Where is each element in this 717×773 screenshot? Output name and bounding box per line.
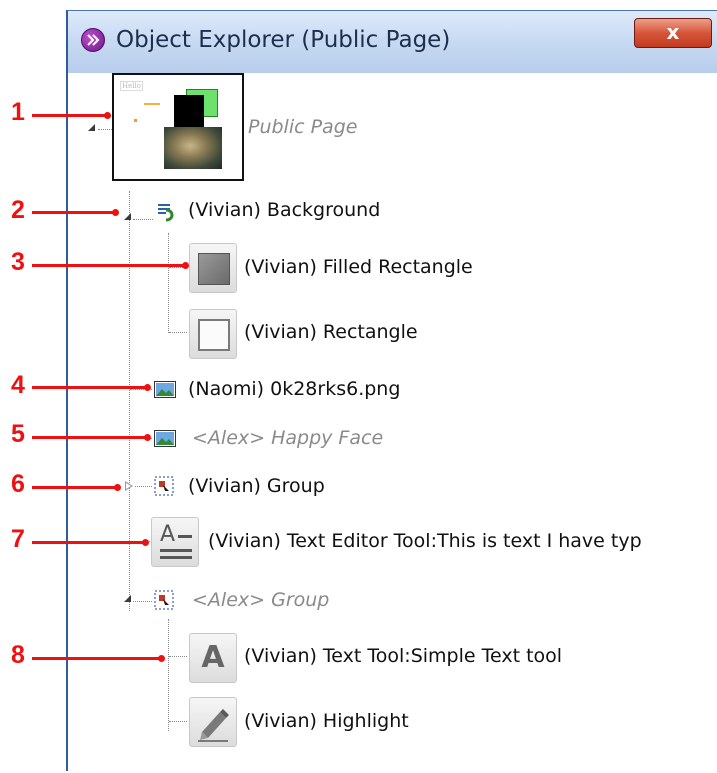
tree-guide-line: [129, 191, 130, 611]
callout-line-6: [32, 486, 116, 489]
text-tool-glyph: A: [201, 640, 225, 675]
tree-item-group[interactable]: (Vivian) Group: [188, 475, 325, 497]
callout-line-2: [32, 211, 114, 214]
rectangle-icon: [189, 309, 237, 359]
callout-dot-4: [144, 384, 151, 391]
tree-connector: [135, 486, 152, 487]
tree-connector: [169, 332, 187, 333]
text-tool-icon: A: [189, 633, 237, 683]
thumbnail-black-block: [174, 95, 204, 129]
tree-item-highlight[interactable]: (Vivian) Highlight: [244, 710, 409, 732]
callout-line-4: [32, 386, 146, 389]
callout-dot-2: [112, 209, 119, 216]
thumbnail-photo: [164, 127, 222, 169]
group-icon: [154, 590, 174, 610]
thumbnail-dot: [134, 119, 137, 122]
callout-5: 5: [11, 420, 25, 448]
callout-dot-7: [142, 539, 149, 546]
tree-item-text-tool[interactable]: (Vivian) Text Tool:Simple Text tool: [244, 645, 562, 667]
callout-dot-6: [114, 484, 121, 491]
page-thumbnail: Hello: [112, 73, 244, 181]
tree-item-alex-group[interactable]: <Alex> Group: [192, 589, 329, 611]
window-title: Object Explorer (Public Page): [116, 27, 451, 53]
callout-8: 8: [11, 641, 25, 669]
callout-dot-5: [144, 434, 151, 441]
tree-item-png[interactable]: (Naomi) 0k28rks6.png: [188, 378, 400, 400]
tree-item-public-page[interactable]: Public Page: [248, 116, 357, 138]
tree-connector: [169, 721, 187, 722]
callout-7: 7: [11, 525, 25, 553]
close-button[interactable]: x: [634, 18, 712, 48]
tree-item-text-editor[interactable]: (Vivian) Text Editor Tool:This is text I…: [208, 530, 642, 552]
callout-line-7: [32, 541, 144, 544]
tree-guide-line: [168, 619, 169, 731]
tree-connector: [98, 129, 112, 130]
callout-dot-8: [158, 655, 165, 662]
callout-dot-3: [182, 262, 189, 269]
callout-line-8: [32, 657, 160, 660]
callout-2: 2: [11, 196, 25, 224]
callout-line-5: [32, 436, 146, 439]
tree-connector: [133, 219, 153, 220]
thumbnail-text: Hello: [120, 81, 143, 91]
expand-toggle-root[interactable]: [88, 124, 95, 131]
tree-guide-line: [168, 233, 169, 333]
app-icon: [81, 28, 105, 52]
tree-item-rectangle[interactable]: (Vivian) Rectangle: [244, 321, 418, 343]
tree-item-background[interactable]: (Vivian) Background: [188, 199, 380, 221]
tree-connector: [169, 656, 187, 657]
callout-6: 6: [11, 470, 25, 498]
outline-square: [198, 319, 230, 351]
highlight-icon: [189, 697, 237, 747]
image-icon: [154, 430, 176, 447]
text-editor-glyph: A: [160, 522, 176, 547]
title-bar[interactable]: Object Explorer (Public Page) x: [68, 11, 717, 73]
tree-connector: [133, 601, 152, 602]
group-icon: [154, 476, 174, 496]
callout-line-3: [32, 264, 184, 267]
close-icon: x: [666, 20, 680, 44]
filled-square: [198, 253, 230, 285]
callout-1: 1: [11, 98, 25, 126]
expand-toggle-alex-group[interactable]: [124, 595, 131, 602]
expand-toggle-background[interactable]: [124, 213, 131, 220]
text-line: [178, 535, 192, 538]
text-line: [160, 549, 192, 552]
callout-3: 3: [11, 248, 25, 276]
image-icon: [154, 381, 176, 398]
thumbnail-line: [144, 103, 160, 105]
expand-toggle-group[interactable]: [125, 481, 133, 491]
tree-panel: Hello Public Page (Vivian) Background (V…: [68, 73, 717, 773]
callout-4: 4: [11, 371, 25, 399]
text-line: [160, 556, 192, 559]
filled-rectangle-icon: [189, 243, 237, 293]
tree-item-happy-face[interactable]: <Alex> Happy Face: [192, 427, 383, 449]
background-icon: [156, 202, 176, 222]
tree-item-filled-rectangle[interactable]: (Vivian) Filled Rectangle: [244, 256, 473, 278]
callout-line-1: [32, 114, 106, 117]
callout-dot-1: [104, 112, 111, 119]
text-editor-icon: A: [151, 517, 199, 567]
